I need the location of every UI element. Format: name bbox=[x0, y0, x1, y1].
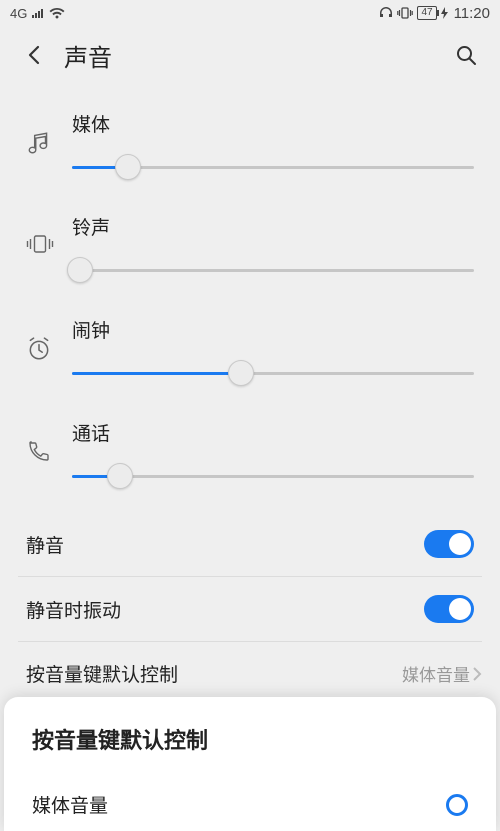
alarm-volume-slider[interactable] bbox=[72, 361, 474, 385]
chevron-right-icon bbox=[472, 666, 482, 682]
battery-icon: 47 bbox=[417, 6, 436, 20]
wifi-icon bbox=[49, 8, 65, 19]
volume-key-default-value-text: 媒体音量 bbox=[402, 661, 470, 686]
ringtone-volume-slider[interactable] bbox=[72, 258, 474, 282]
network-type: 4G bbox=[10, 6, 27, 21]
charging-icon bbox=[441, 7, 448, 19]
battery-level: 47 bbox=[421, 7, 432, 19]
volume-key-default-label: 按音量键默认控制 bbox=[26, 660, 178, 687]
media-volume-row: 媒体 bbox=[0, 100, 500, 203]
title-bar: 声音 bbox=[0, 26, 500, 84]
media-volume-slider[interactable] bbox=[72, 155, 474, 179]
alarm-volume-label: 闹钟 bbox=[72, 316, 474, 343]
search-button[interactable] bbox=[452, 41, 480, 69]
volume-key-default-value: 媒体音量 bbox=[402, 661, 482, 686]
alarm-clock-icon bbox=[26, 316, 72, 362]
music-note-icon bbox=[26, 110, 72, 156]
status-left: 4G bbox=[10, 6, 65, 21]
alarm-volume-row: 闹钟 bbox=[0, 306, 500, 409]
page-title: 声音 bbox=[64, 38, 452, 73]
volume-key-default-row[interactable]: 按音量键默认控制 媒体音量 bbox=[0, 642, 500, 705]
status-bar: 4G 47 11:20 bbox=[0, 0, 500, 26]
phone-icon bbox=[26, 419, 72, 463]
vibrate-icon bbox=[397, 6, 413, 20]
vibrate-icon bbox=[26, 213, 72, 255]
vibrate-when-muted-label: 静音时振动 bbox=[26, 596, 121, 623]
signal-icon bbox=[31, 8, 45, 19]
call-volume-label: 通话 bbox=[72, 419, 474, 446]
volume-key-dialog: 按音量键默认控制 媒体音量 bbox=[4, 697, 496, 831]
dialog-title: 按音量键默认控制 bbox=[32, 723, 468, 755]
dialog-option-media-label: 媒体音量 bbox=[32, 791, 108, 818]
ringtone-volume-row: 铃声 bbox=[0, 203, 500, 306]
media-volume-label: 媒体 bbox=[72, 110, 474, 137]
call-volume-slider[interactable] bbox=[72, 464, 474, 488]
dialog-option-media[interactable]: 媒体音量 bbox=[32, 785, 468, 824]
mute-label: 静音 bbox=[26, 531, 64, 558]
status-right: 47 11:20 bbox=[379, 5, 490, 22]
headphones-icon bbox=[379, 6, 393, 20]
back-button[interactable] bbox=[20, 41, 48, 69]
settings-content: 媒体 铃声 闹钟 bbox=[0, 84, 500, 705]
ringtone-volume-label: 铃声 bbox=[72, 213, 474, 240]
mute-row: 静音 bbox=[0, 512, 500, 576]
vibrate-when-muted-row: 静音时振动 bbox=[0, 577, 500, 641]
call-volume-row: 通话 bbox=[0, 409, 500, 512]
mute-toggle[interactable] bbox=[424, 530, 474, 558]
radio-selected-icon bbox=[446, 794, 468, 816]
clock-time: 11:20 bbox=[454, 5, 490, 22]
vibrate-when-muted-toggle[interactable] bbox=[424, 595, 474, 623]
